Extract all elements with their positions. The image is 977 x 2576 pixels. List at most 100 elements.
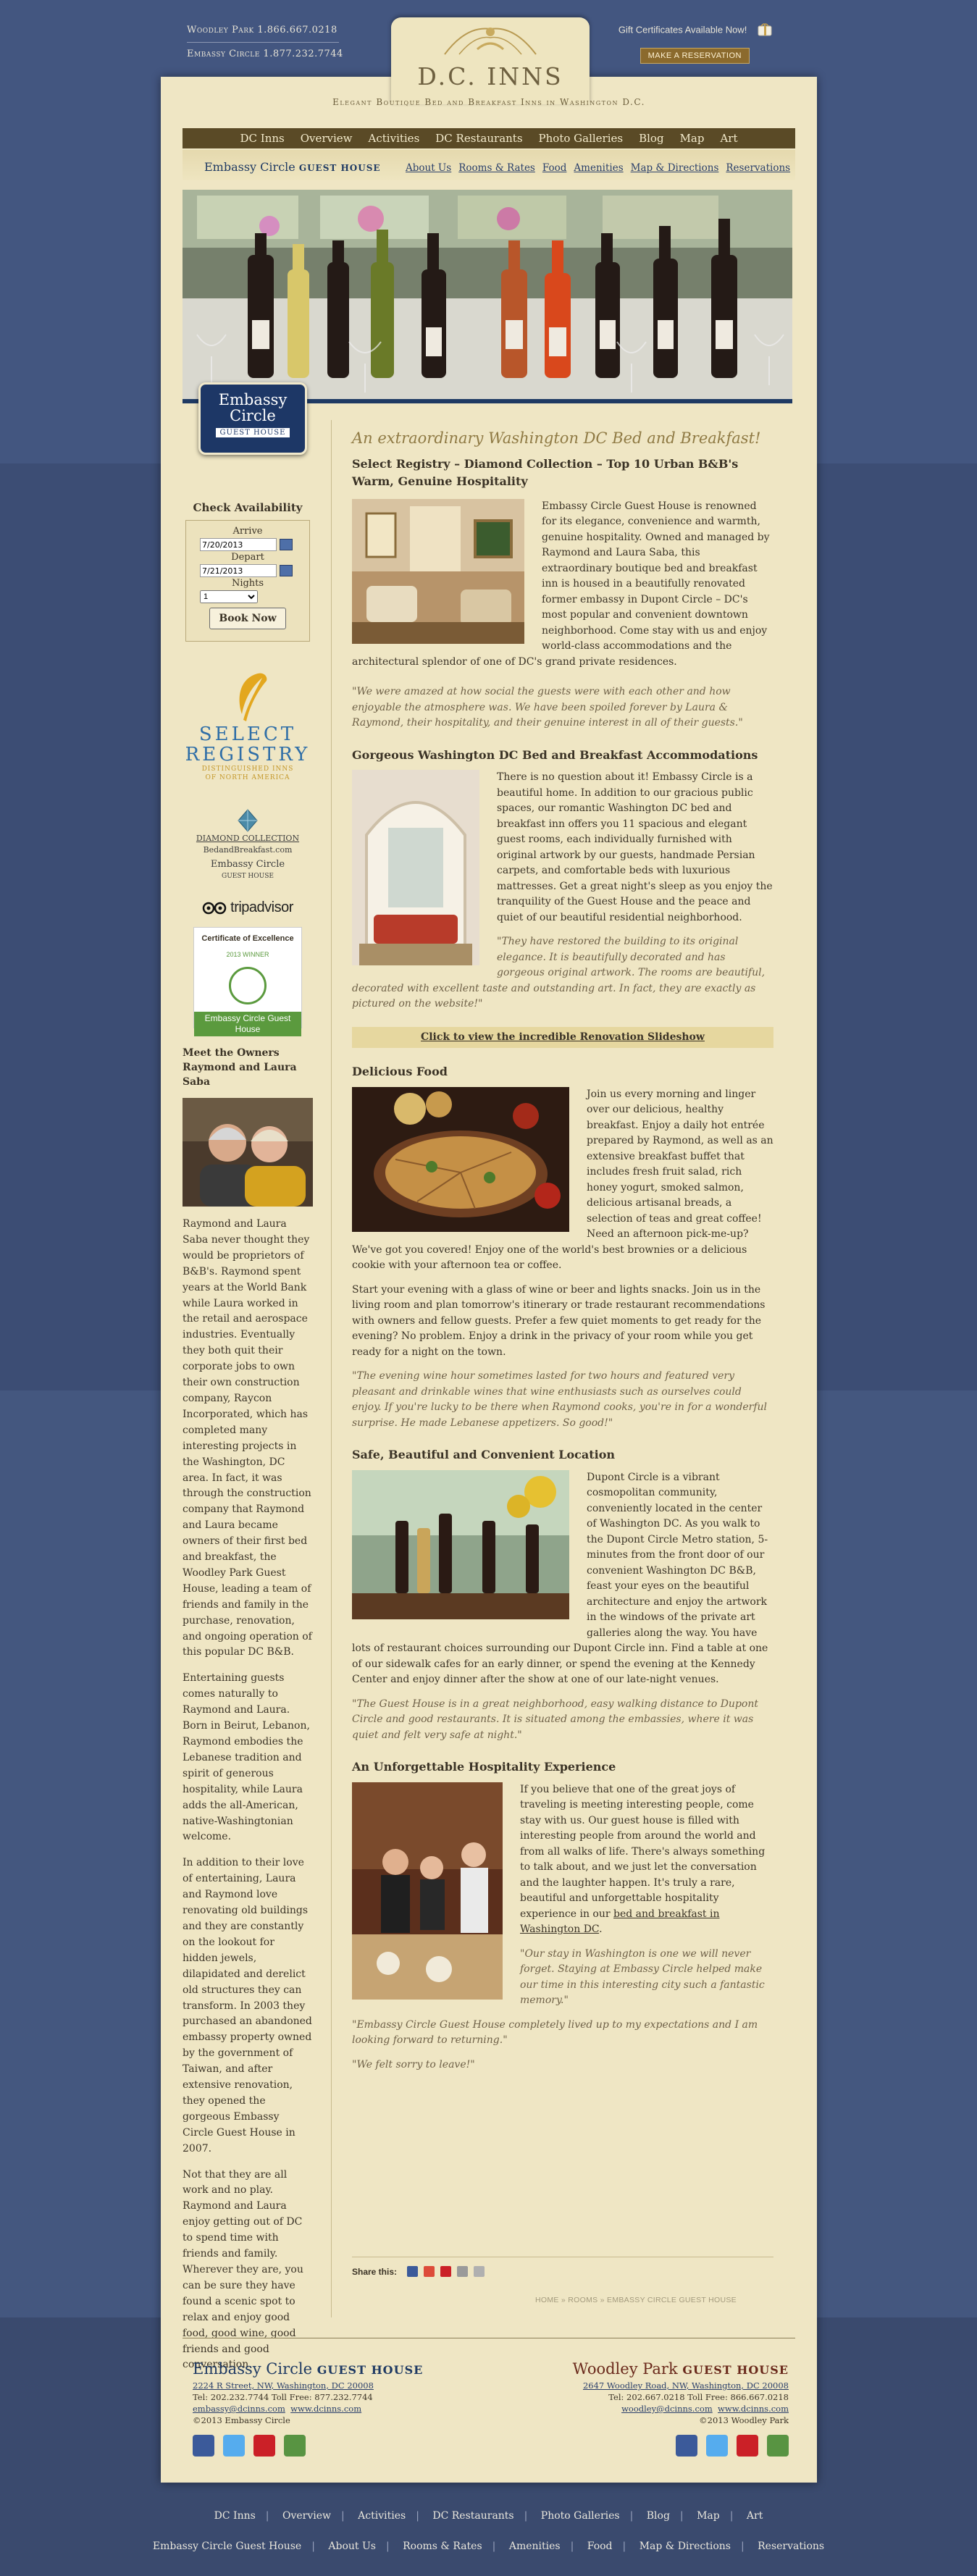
bottom-nav-separator: |	[385, 2541, 390, 2552]
embassy-circle-logo-name: Embassy Circle	[204, 160, 295, 174]
main-nav-item[interactable]: Blog	[639, 132, 663, 145]
bottom-nav-item[interactable]: DC Inns	[214, 2510, 256, 2522]
main-nav-item[interactable]: Activities	[369, 132, 420, 145]
bottom-nav-item[interactable]: Activities	[358, 2510, 406, 2522]
phone-woodley-number[interactable]: 1.866.667.0218	[257, 25, 337, 35]
bottom-nav-item[interactable]: Blog	[647, 2510, 670, 2522]
select-registry-logo[interactable]: SELECT REGISTRY DISTINGUISHED INNS OF NO…	[183, 671, 313, 782]
bottom-nav-item[interactable]: Embassy Circle Guest House	[153, 2541, 301, 2552]
embassy-circle-logo[interactable]: Embassy Circle GUEST HOUSE	[204, 160, 381, 174]
bottom-nav-item[interactable]: Map & Directions	[640, 2541, 731, 2552]
tripadvisor-text: tripadvisor	[230, 899, 293, 915]
nights-select[interactable]: 1	[200, 590, 258, 603]
footer-embassy-title[interactable]: Embassy Circle GUEST HOUSE	[193, 2359, 423, 2380]
footer-woodley-park: Woodley Park GUEST HOUSE 2647 Woodley Ro…	[573, 2359, 789, 2457]
crest-ornament-icon	[444, 28, 537, 55]
calendar-icon[interactable]	[280, 565, 293, 576]
bottom-nav-item[interactable]: About Us	[328, 2541, 376, 2552]
embassy-circle-badge: Embassy Circle GUEST HOUSE	[198, 382, 307, 455]
cert-title: Certificate of Excellence	[201, 934, 294, 943]
gift-icon	[758, 23, 772, 36]
footer-woodley-email[interactable]: woodley@dcinns.com	[621, 2404, 713, 2414]
pinterest-share-icon[interactable]	[440, 2266, 452, 2277]
site-logo-title[interactable]: D.C. INNS	[391, 62, 590, 91]
bottom-nav-item[interactable]: Overview	[282, 2510, 331, 2522]
footer-embassy-email[interactable]: embassy@dcinns.com	[193, 2404, 285, 2414]
twitter-icon[interactable]	[706, 2435, 728, 2457]
tripadvisor-icon[interactable]	[767, 2435, 789, 2457]
facebook-share-icon[interactable]	[407, 2266, 419, 2277]
main-nav-item[interactable]: Photo Galleries	[539, 132, 624, 145]
pinterest-icon[interactable]	[737, 2435, 758, 2457]
breadcrumb[interactable]: HOME » ROOMS » EMBASSY CIRCLE GUEST HOUS…	[535, 2296, 737, 2304]
footer-woodley-phones: Tel: 202.667.0218 Toll Free: 866.667.021…	[608, 2392, 789, 2402]
guest-room-photo	[352, 770, 479, 965]
bottom-nav-item[interactable]: Map	[697, 2510, 720, 2522]
arrive-row	[200, 538, 295, 551]
arrive-date-input[interactable]	[200, 538, 277, 551]
diamond-line-2: BedandBreakfast.com	[203, 845, 293, 855]
main-nav-item[interactable]: Map	[680, 132, 705, 145]
footer-embassy-address[interactable]: 2224 R Street, NW, Washington, DC 20008	[193, 2380, 374, 2391]
owners-paragraph: In addition to their love of entertainin…	[183, 1857, 312, 2155]
main-nav-item[interactable]: Overview	[301, 132, 353, 145]
phone-embassy-number[interactable]: 1.877.232.7744	[263, 49, 343, 59]
sub-nav-item-rooms[interactable]: Rooms & Rates	[458, 162, 535, 174]
bottom-nav-separator: |	[416, 2510, 419, 2522]
bottom-nav-main: DC Inns | Overview | Activities | DC Restau…	[0, 2510, 977, 2522]
twitter-icon[interactable]	[223, 2435, 245, 2457]
share-icons	[407, 2266, 485, 2277]
footer-woodley-web[interactable]: www.dcinns.com	[718, 2404, 789, 2414]
bottom-nav-item[interactable]: Amenities	[509, 2541, 561, 2552]
make-reservation-button[interactable]: MAKE A RESERVATION	[640, 48, 750, 64]
guest-quote: "We were amazed at how social the guests…	[352, 686, 743, 729]
calendar-icon[interactable]	[280, 539, 293, 550]
book-now-button[interactable]: Book Now	[209, 608, 286, 629]
renovation-slideshow-link[interactable]: Click to view the incredible Renovation …	[421, 1031, 705, 1043]
footer-embassy-web[interactable]: www.dcinns.com	[290, 2404, 361, 2414]
section-heading-location: Safe, Beautiful and Convenient Location	[352, 1448, 616, 1461]
select-registry-line-2: REGISTRY	[185, 744, 311, 765]
bottom-nav-separator: |	[265, 2510, 269, 2522]
diamond-collection-logo[interactable]: DIAMOND COLLECTION BedandBreakfast.com E…	[183, 808, 313, 882]
bottom-nav-item[interactable]: Reservations	[758, 2541, 824, 2552]
share-bar: Share this:	[352, 2257, 773, 2277]
gift-certificates-text[interactable]: Gift Certificates Available Now!	[619, 24, 747, 35]
gift-certificates-link[interactable]: Gift Certificates Available Now!	[619, 23, 774, 38]
bottom-nav-item[interactable]: Rooms & Rates	[403, 2541, 482, 2552]
bottom-nav-item[interactable]: Food	[587, 2541, 613, 2552]
facebook-icon[interactable]	[193, 2435, 214, 2457]
owners-heading-line-2: Raymond and Laura Saba	[183, 1062, 297, 1088]
sub-nav-item-amenities[interactable]: Amenities	[574, 162, 623, 174]
sub-nav-item-about[interactable]: About Us	[406, 162, 451, 174]
tripadvisor-icon[interactable]	[284, 2435, 306, 2457]
email-share-icon[interactable]	[457, 2266, 469, 2277]
bottom-nav-property: Embassy Circle Guest House | About Us | Ro…	[0, 2541, 977, 2552]
footer-embassy-copyright: ©2013 Embassy Circle	[193, 2415, 290, 2425]
main-nav-item[interactable]: DC Restaurants	[435, 132, 522, 145]
bottom-nav-item[interactable]: DC Restaurants	[432, 2510, 513, 2522]
pinterest-icon[interactable]	[253, 2435, 275, 2457]
sub-nav-item-reservations[interactable]: Reservations	[726, 162, 790, 174]
hospitality-text: If you believe that one of the great joy…	[520, 1783, 766, 1920]
google-plus-share-icon[interactable]	[424, 2266, 435, 2277]
main-nav-item[interactable]: Art	[720, 132, 737, 145]
phone-woodley: Woodley Park 1.866.667.0218	[187, 22, 343, 39]
sub-nav-item-map[interactable]: Map & Directions	[631, 162, 719, 174]
print-share-icon[interactable]	[474, 2266, 485, 2277]
main-nav-item[interactable]: DC Inns	[240, 132, 285, 145]
phone-woodley-label: Woodley Park	[187, 25, 254, 35]
certificate-of-excellence[interactable]: Certificate of Excellence 2013 WINNER Em…	[193, 927, 302, 1036]
sub-nav-item-food[interactable]: Food	[542, 162, 567, 174]
footer-woodley-title[interactable]: Woodley Park GUEST HOUSE	[573, 2359, 789, 2380]
bottom-nav-item[interactable]: Art	[747, 2510, 763, 2522]
bottom-nav-item[interactable]: Photo Galleries	[541, 2510, 620, 2522]
footer-woodley-address[interactable]: 2647 Woodley Road, NW, Washington, DC 20…	[583, 2380, 789, 2391]
tripadvisor-logo[interactable]: tripadvisor	[183, 899, 313, 915]
section-heading-hospitality: An Unforgettable Hospitality Experience	[352, 1760, 616, 1774]
facebook-icon[interactable]	[676, 2435, 697, 2457]
depart-date-input[interactable]	[200, 564, 277, 577]
site-tagline: Elegant Boutique Bed and Breakfast Inns …	[332, 97, 645, 107]
availability-form: Arrive Depart Nights 1 Book Now	[185, 520, 310, 642]
hero-image-wine-bottles	[183, 190, 792, 403]
